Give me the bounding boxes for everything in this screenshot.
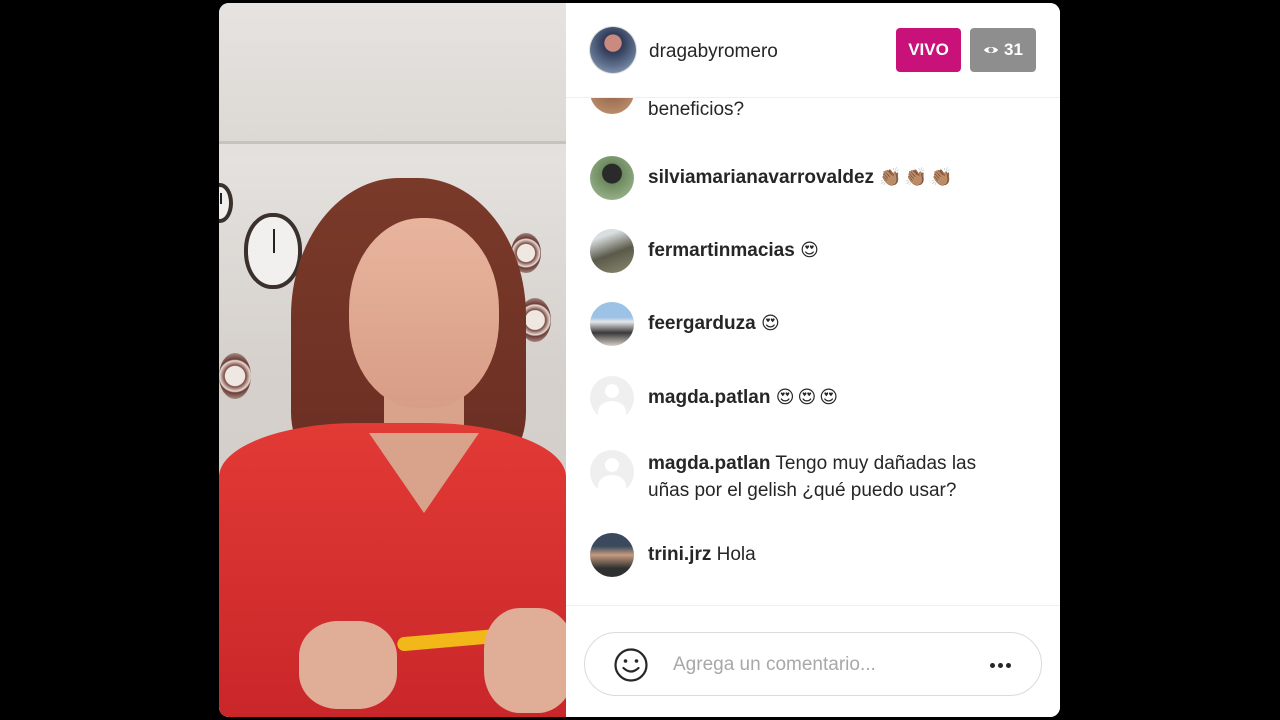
comment-message: 👏🏽👏🏽👏🏽 [879, 167, 956, 188]
wall-clock [244, 213, 302, 289]
video-ceiling [219, 3, 566, 143]
commenter-avatar[interactable] [590, 229, 634, 273]
commenter-username[interactable]: magda.patlan [648, 453, 770, 474]
live-badge: VIVO [896, 28, 961, 72]
person-hand [299, 621, 397, 709]
comment-message: 😍😍😍 [775, 387, 842, 408]
commenter-username[interactable]: fermartinmacias [648, 240, 795, 261]
viewer-count-badge[interactable]: 31 [970, 28, 1036, 72]
chat-panel: dragabyromero VIVO 31 beneficios? silvia… [566, 3, 1060, 717]
commenter-avatar[interactable] [590, 156, 634, 200]
wall-clock [219, 183, 233, 223]
comment-list[interactable]: beneficios? silviamarianavarrovaldez 👏🏽👏… [566, 98, 1060, 605]
commenter-username[interactable]: trini.jrz [648, 544, 711, 565]
person-hand [484, 608, 566, 713]
comment-box[interactable] [584, 632, 1042, 696]
comment-text: trini.jrz Hola [648, 541, 1018, 568]
comment-text: magda.patlan 😍😍😍 [648, 384, 1018, 411]
comment-message: 😍 [800, 240, 822, 261]
comment-message: 😍 [760, 313, 783, 334]
live-video[interactable] [219, 3, 566, 717]
commenter-avatar[interactable] [590, 533, 634, 577]
comment-text: silviamarianavarrovaldez 👏🏽👏🏽👏🏽 [648, 164, 1018, 191]
host-username[interactable]: dragabyromero [649, 41, 778, 63]
comment-message: Hola [716, 544, 756, 565]
wall-plate [219, 353, 251, 399]
live-stream-window: dragabyromero VIVO 31 beneficios? silvia… [219, 3, 1060, 717]
commenter-avatar[interactable] [590, 98, 634, 114]
comment-text: fermartinmacias 😍 [648, 237, 1018, 264]
smiley-icon[interactable] [613, 647, 649, 683]
host-avatar[interactable] [590, 27, 636, 73]
comment-composer [566, 605, 1060, 717]
comment-text: beneficios? [648, 98, 1018, 123]
comment-input[interactable] [673, 651, 973, 679]
comment-text: magda.patlan Tengo muy dañadas las uñas … [648, 450, 1008, 504]
commenter-avatar[interactable] [590, 302, 634, 346]
default-avatar-icon[interactable] [590, 376, 634, 420]
commenter-username[interactable]: silviamarianavarrovaldez [648, 167, 874, 188]
commenter-username[interactable]: feergarduza [648, 313, 756, 334]
eye-icon [984, 47, 999, 53]
chat-header: dragabyromero VIVO 31 [566, 3, 1060, 98]
commenter-username[interactable]: magda.patlan [648, 387, 770, 408]
default-avatar-icon[interactable] [590, 450, 634, 494]
comment-message: beneficios? [648, 99, 745, 120]
person-face [349, 218, 499, 408]
video-wall-line [219, 141, 566, 144]
viewer-count: 31 [1004, 40, 1023, 59]
more-options-icon[interactable] [985, 653, 1015, 677]
comment-text: feergarduza 😍 [648, 310, 1018, 337]
